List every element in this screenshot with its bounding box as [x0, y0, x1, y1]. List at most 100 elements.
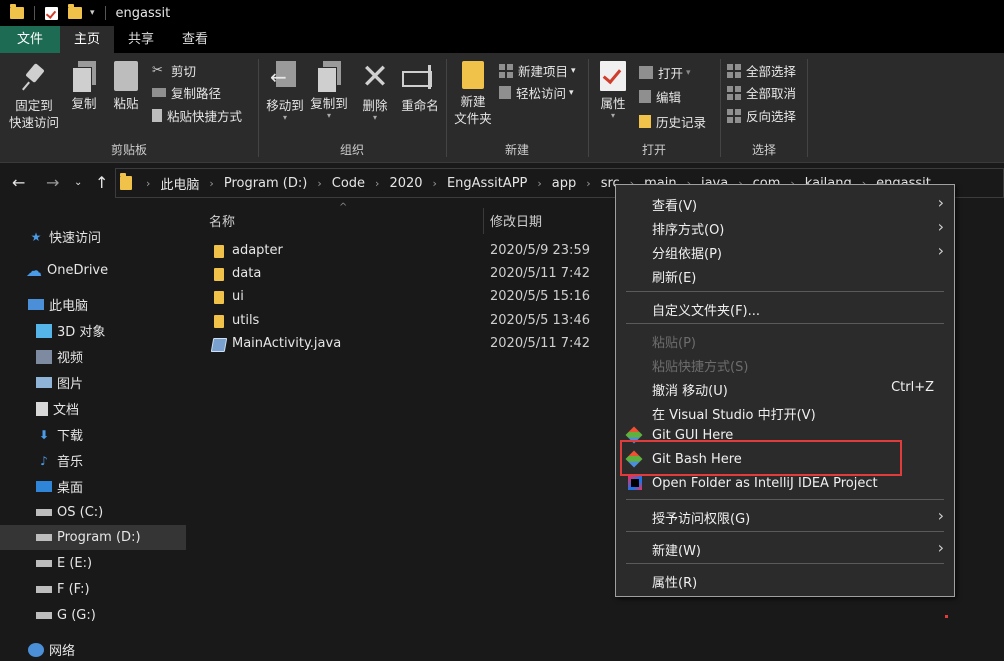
column-header-name[interactable]: 名称	[209, 211, 235, 230]
pin-quick-access-button[interactable]: 固定到 快速访问	[6, 61, 62, 131]
chevron-right-icon[interactable]: ›	[209, 177, 213, 190]
open-button[interactable]: 打开 ▾	[639, 63, 691, 82]
properties-check-icon[interactable]	[45, 6, 58, 20]
chevron-right-icon[interactable]: ›	[375, 177, 379, 190]
menu-item-new[interactable]: 新建(W) ›	[616, 536, 954, 560]
menu-separator	[626, 323, 944, 324]
column-header-date[interactable]: 修改日期	[490, 211, 542, 230]
sidebar-item-e[interactable]: E (E:)	[0, 551, 186, 576]
open-group: 属性 ▾ 打开 ▾ 编辑 历史记录 打开	[589, 53, 719, 163]
menu-item-refresh[interactable]: 刷新(E)	[616, 263, 954, 287]
tab-share[interactable]: 共享	[114, 26, 168, 53]
properties-button[interactable]: 属性 ▾	[593, 61, 633, 120]
chevron-right-icon[interactable]: ›	[146, 177, 150, 190]
delete-button[interactable]: ✕ 删除 ▾	[357, 60, 393, 122]
column-divider[interactable]	[483, 208, 484, 234]
recent-locations-chevron-icon[interactable]: ⌄	[74, 177, 82, 188]
breadcrumb-program-d[interactable]: Program (D:)	[224, 176, 308, 191]
sidebar-item-downloads[interactable]: ⬇ 下载	[0, 422, 186, 447]
download-icon: ⬇	[38, 427, 50, 442]
paste-button[interactable]: 粘贴	[106, 61, 146, 112]
breadcrumb-engassitapp[interactable]: EngAssitAPP	[447, 176, 527, 191]
menu-item-undo-move[interactable]: 撤消 移动(U) Ctrl+Z	[616, 376, 954, 400]
rename-icon	[402, 61, 438, 93]
sidebar-item-desktop[interactable]: 桌面	[0, 474, 186, 499]
chevron-right-icon: ›	[937, 506, 944, 525]
sidebar-item-os-c[interactable]: OS (C:)	[0, 500, 186, 525]
sidebar-item-f[interactable]: F (F:)	[0, 577, 186, 602]
menu-item-label: 属性(R)	[652, 576, 698, 591]
delete-label: 删除	[362, 98, 388, 113]
properties-label: 属性	[600, 96, 626, 111]
sidebar-item-pictures[interactable]: 图片	[0, 370, 186, 395]
edit-button[interactable]: 编辑	[639, 87, 681, 106]
edit-icon	[639, 90, 651, 103]
menu-item-properties[interactable]: 属性(R)	[616, 568, 954, 592]
new-folder-label-line1: 新建	[460, 94, 486, 109]
breadcrumb-this-pc[interactable]: 此电脑	[160, 174, 199, 193]
menu-item-shortcut: Ctrl+Z	[891, 380, 934, 395]
select-none-button[interactable]: 全部取消	[727, 83, 796, 102]
cut-button[interactable]: ✂ 剪切	[152, 61, 196, 80]
menu-item-label: 分组依据(P)	[652, 247, 722, 262]
new-item-button[interactable]: 新建项目 ▾	[499, 61, 576, 80]
picture-icon	[36, 377, 52, 388]
tab-file[interactable]: 文件	[0, 26, 61, 53]
copy-path-button[interactable]: 复制路径	[152, 83, 221, 102]
history-button[interactable]: 历史记录	[639, 112, 706, 131]
tab-view[interactable]: 查看	[168, 26, 222, 53]
menu-item-label: 查看(V)	[652, 199, 698, 214]
music-icon: ♪	[40, 453, 48, 468]
menu-item-group-by[interactable]: 分组依据(P) ›	[616, 239, 954, 263]
chevron-right-icon[interactable]: ›	[317, 177, 321, 190]
sidebar-item-label: 音乐	[57, 455, 84, 470]
paste-shortcut-button[interactable]: 粘贴快捷方式	[152, 106, 242, 125]
sidebar-item-label: E (E:)	[57, 556, 93, 571]
cube-icon	[36, 323, 52, 338]
select-all-button[interactable]: 全部选择	[727, 61, 796, 80]
new-folder-button[interactable]: 新建 文件夹	[451, 61, 495, 127]
back-arrow-icon[interactable]: ←	[12, 173, 25, 192]
chevron-right-icon[interactable]: ›	[586, 177, 590, 190]
breadcrumb-2020[interactable]: 2020	[389, 176, 422, 191]
sidebar-item-this-pc[interactable]: 此电脑	[0, 292, 186, 317]
menu-separator	[626, 291, 944, 292]
file-date: 2020/5/9 23:59	[490, 243, 590, 258]
chevron-right-icon[interactable]: ›	[537, 177, 541, 190]
invert-selection-button[interactable]: 反向选择	[727, 106, 796, 125]
menu-item-label: 粘贴快捷方式(S)	[652, 360, 749, 375]
menu-item-open-in-visual-studio[interactable]: 在 Visual Studio 中打开(V)	[616, 400, 954, 424]
sidebar-item-network[interactable]: 网络	[0, 637, 186, 661]
breadcrumb-code[interactable]: Code	[332, 176, 365, 191]
sidebar-item-documents[interactable]: 文档	[0, 396, 186, 421]
copy-to-button[interactable]: 复制到 ▾	[307, 61, 351, 120]
context-menu: 查看(V) › 排序方式(O) › 分组依据(P) › 刷新(E) 自定义文件夹…	[615, 184, 955, 597]
sidebar-item-label: 视频	[57, 351, 84, 366]
breadcrumb-app[interactable]: app	[552, 176, 576, 191]
chevron-right-icon[interactable]: ›	[433, 177, 437, 190]
cut-label: 剪切	[171, 64, 197, 79]
tab-home[interactable]: 主页	[60, 26, 115, 53]
menu-item-give-access[interactable]: 授予访问权限(G) ›	[616, 504, 954, 528]
menu-item-label: 刷新(E)	[652, 271, 697, 286]
copy-button[interactable]: 复制	[64, 61, 104, 112]
sidebar-item-onedrive[interactable]: ☁ OneDrive	[0, 258, 186, 283]
sidebar-item-videos[interactable]: 视频	[0, 344, 186, 369]
forward-arrow-icon[interactable]: →	[46, 173, 59, 192]
menu-item-customize-folder[interactable]: 自定义文件夹(F)...	[616, 296, 954, 320]
sidebar-item-program-d[interactable]: Program (D:)	[0, 525, 186, 550]
move-to-button[interactable]: 移动到 ▾	[263, 61, 307, 122]
sidebar-item-music[interactable]: ♪ 音乐	[0, 448, 186, 473]
sidebar-item-quick-access[interactable]: ★ 快速访问	[0, 224, 186, 249]
new-folder-icon[interactable]	[68, 4, 82, 19]
menu-item-view[interactable]: 查看(V) ›	[616, 191, 954, 215]
sidebar-item-g[interactable]: G (G:)	[0, 603, 186, 628]
annotation-dot	[945, 615, 948, 618]
menu-item-sort-by[interactable]: 排序方式(O) ›	[616, 215, 954, 239]
up-arrow-icon[interactable]: ↑	[95, 173, 108, 192]
dropdown-arrow-icon: ▾	[326, 111, 331, 120]
sidebar-item-3d-objects[interactable]: 3D 对象	[0, 318, 186, 343]
rename-button[interactable]: 重命名	[397, 61, 443, 114]
easy-access-button[interactable]: 轻松访问 ▾	[499, 83, 574, 102]
customize-toolbar-dropdown-icon[interactable]: ▾	[90, 8, 95, 18]
